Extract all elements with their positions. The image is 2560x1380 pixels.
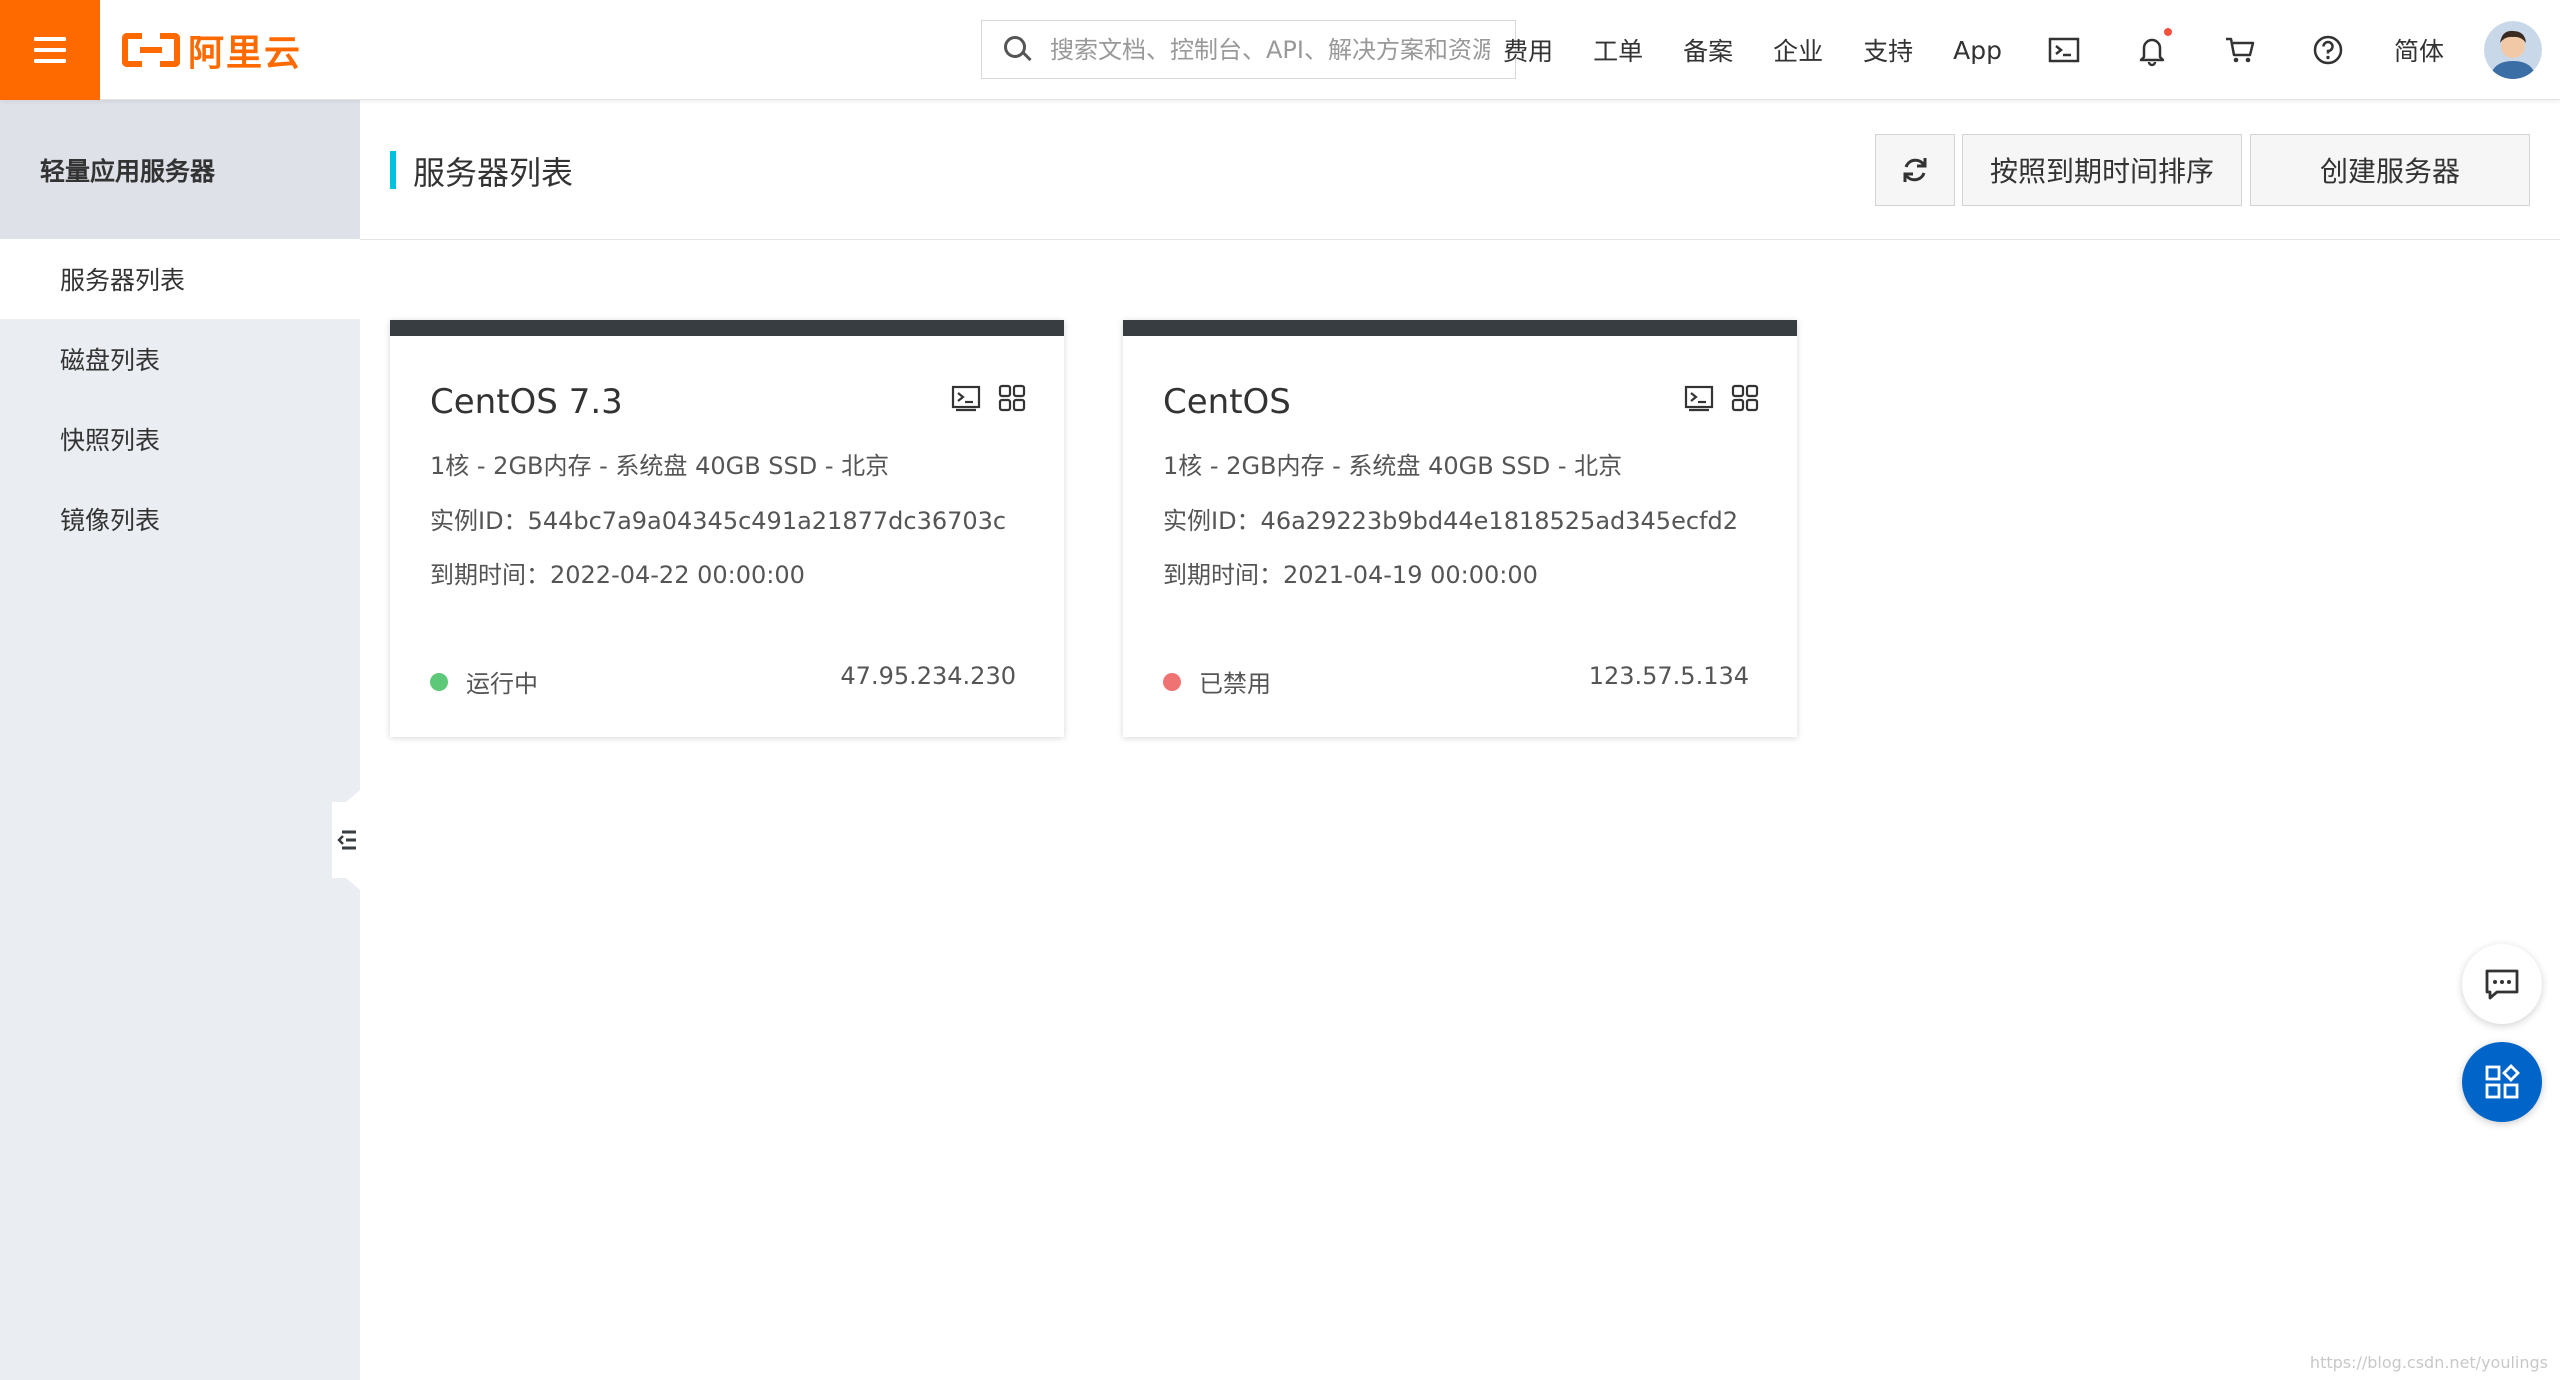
server-name[interactable]: CentOS 7.3 [430,382,623,422]
create-server-button[interactable]: 创建服务器 [2250,134,2530,206]
refresh-button[interactable] [1875,134,1955,206]
remote-terminal-icon[interactable] [950,382,982,414]
chat-float-button[interactable] [2462,944,2542,1024]
page-title: 服务器列表 [413,154,574,192]
server-spec: 1核 - 2GB内存 - 系统盘 40GB SSD - 北京 [1163,452,1623,480]
logo-text: 阿里云 [188,33,303,74]
nav-app[interactable]: App [1953,36,2002,65]
hamburger-icon [34,37,66,63]
content-header: 服务器列表 按照到期时间排序 创建服务器 [360,100,2560,240]
top-navbar: 阿里云 费用 工单 备案 企业 支持 App 简体 [0,0,2560,100]
notification-dot [2163,28,2172,36]
server-name[interactable]: CentOS [1163,382,1291,422]
chat-icon [2485,969,2519,1000]
app-grid-icon[interactable] [996,382,1028,414]
menu-toggle-button[interactable] [0,0,100,100]
server-card[interactable]: CentOS 7.3 1核 - 2GB内存 - 系统盘 40GB SSD - 北… [390,320,1064,737]
sidebar-item-image-list[interactable]: 镜像列表 [0,479,360,559]
server-expire-time: 到期时间：2021-04-19 00:00:00 [1163,561,1538,589]
server-expire-time: 到期时间：2022-04-22 00:00:00 [430,561,805,589]
watermark: https://blog.csdn.net/youlings [2309,1353,2548,1372]
cart-icon[interactable] [2218,28,2262,72]
server-spec: 1核 - 2GB内存 - 系统盘 40GB SSD - 北京 [430,452,890,480]
status-text: 运行中 [466,670,538,698]
sort-by-expiry-button[interactable]: 按照到期时间排序 [1962,134,2242,206]
server-card[interactable]: CentOS 1核 - 2GB内存 - 系统盘 40GB SSD - 北京 实例… [1123,320,1797,737]
aliyun-logo-icon [122,33,180,67]
search-icon [1004,35,1032,64]
global-search [981,20,1516,79]
status-badge: 已禁用 [1163,664,1271,699]
server-ip: 47.95.234.230 [840,662,1016,690]
nav-fees[interactable]: 费用 [1503,32,1553,68]
server-ip: 123.57.5.134 [1588,662,1749,690]
status-badge: 运行中 [430,664,538,699]
aliyun-logo[interactable]: 阿里云 [122,26,302,74]
nav-enterprise[interactable]: 企业 [1773,32,1823,68]
nav-tickets[interactable]: 工单 [1593,32,1643,68]
bell-icon[interactable] [2130,28,2174,72]
sidebar-collapse-button[interactable] [332,790,360,890]
apps-icon [2485,1064,2520,1099]
card-actions [936,382,1028,414]
sidebar-item-snapshot-list[interactable]: 快照列表 [0,399,360,479]
server-instance-id: 实例ID：46a29223b9bd44e1818525ad345ecfd2 [1163,507,1738,535]
collapse-icon [332,790,360,890]
app-grid-icon[interactable] [1729,382,1761,414]
terminal-icon[interactable] [2042,28,2086,72]
main-content: 服务器列表 按照到期时间排序 创建服务器 CentOS 7.3 1核 - 2GB… [360,100,2560,1380]
server-instance-id: 实例ID：544bc7a9a04345c491a21877dc36703c [430,507,1007,535]
nav-support[interactable]: 支持 [1863,32,1913,68]
status-text: 已禁用 [1199,670,1271,698]
sidebar-item-server-list[interactable]: 服务器列表 [0,239,360,319]
refresh-icon [1903,158,1927,182]
search-input[interactable] [1050,35,1490,64]
sidebar-title: 轻量应用服务器 [0,100,360,239]
status-dot-disabled [1163,672,1181,691]
help-icon[interactable] [2306,28,2350,72]
user-avatar[interactable] [2484,21,2542,79]
card-actions [1669,382,1761,414]
apps-float-button[interactable] [2462,1042,2542,1122]
nav-icp-filing[interactable]: 备案 [1683,32,1733,68]
top-nav: 费用 工单 备案 企业 支持 App 简体 [1503,0,2560,100]
status-dot-running [430,672,448,691]
remote-terminal-icon[interactable] [1683,382,1715,414]
title-accent-bar [390,151,396,189]
sidebar: 轻量应用服务器 服务器列表 磁盘列表 快照列表 镜像列表 [0,100,360,1380]
language-switch[interactable]: 简体 [2394,32,2444,68]
sidebar-item-disk-list[interactable]: 磁盘列表 [0,319,360,399]
